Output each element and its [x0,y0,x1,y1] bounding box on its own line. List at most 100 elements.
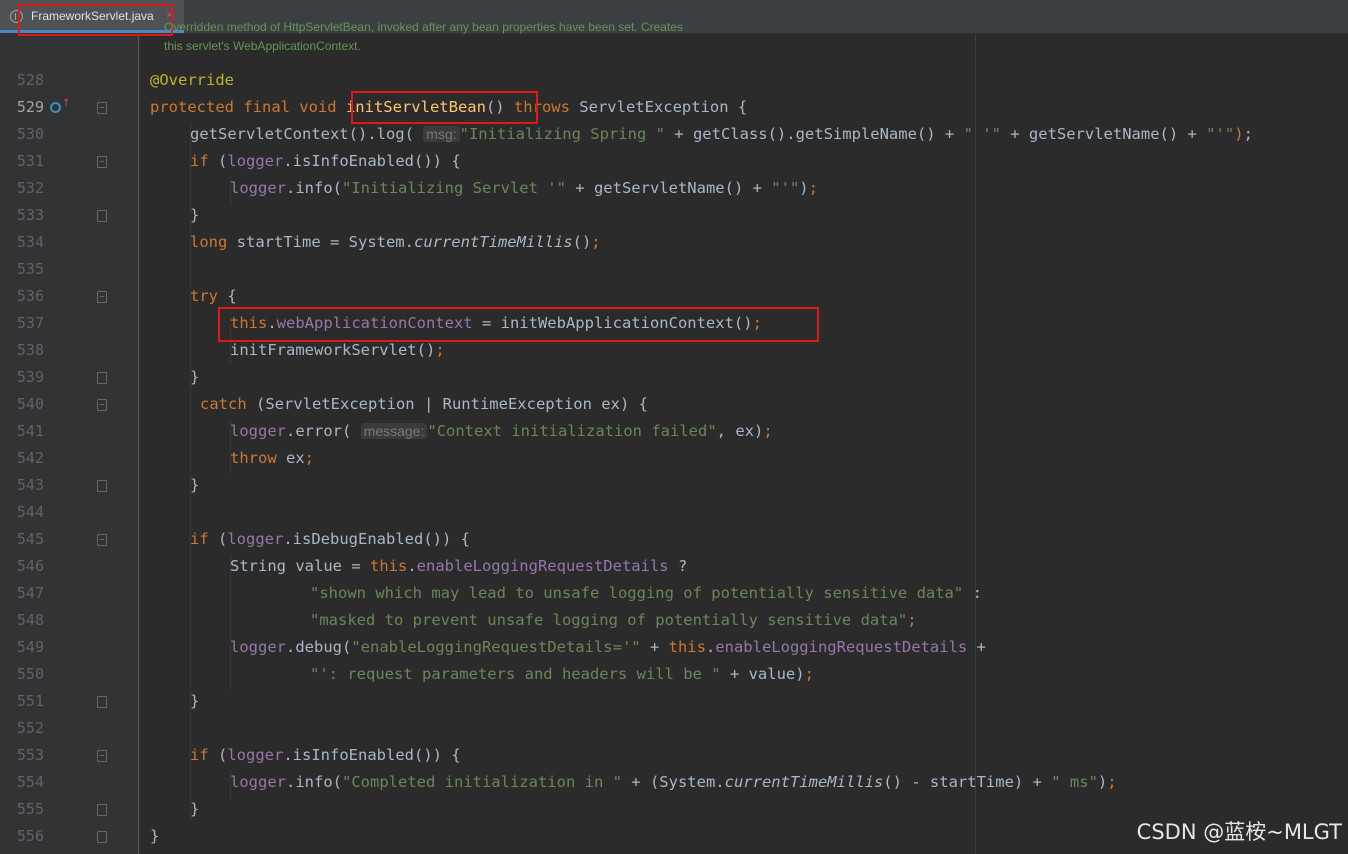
line-number: 550 [16,665,44,683]
doc-comment-line-2: this servlet's WebApplicationContext. [164,39,361,53]
code-text[interactable]: String value = this.enableLoggingRequest… [230,557,687,575]
code-line: 549 logger.debug("enableLoggingRequestDe… [0,635,1348,662]
code-line: 538 initFrameworkServlet(); [0,338,1348,365]
code-line: 543 } [0,473,1348,500]
code-line: 545 if (logger.isDebugEnabled()) { [0,527,1348,554]
code-line: 532 logger.info("Initializing Servlet '"… [0,176,1348,203]
line-number: 537 [16,314,44,332]
code-text[interactable]: "shown which may lead to unsafe logging … [310,584,982,602]
code-line: 550 "': request parameters and headers w… [0,662,1348,689]
code-text[interactable]: @Override [150,71,234,89]
line-number: 531 [16,152,44,170]
line-number: 535 [16,260,44,278]
code-line: 544 [0,500,1348,527]
code-text[interactable]: if (logger.isDebugEnabled()) { [190,530,470,548]
code-line: 546 String value = this.enableLoggingReq… [0,554,1348,581]
fold-toggle[interactable] [97,372,107,384]
line-number: 528 [16,71,44,89]
code-line: 539 } [0,365,1348,392]
fold-toggle[interactable] [97,210,107,222]
java-class-icon [10,10,23,23]
code-text[interactable]: } [190,476,199,494]
code-text[interactable]: getServletContext().log( msg: "Initializi… [190,125,1253,143]
code-text[interactable]: this.webApplicationContext = initWebAppl… [230,314,762,332]
code-text[interactable]: } [190,800,199,818]
code-line: 528 @Override [0,68,1348,95]
code-line: 554 logger.info("Completed initializatio… [0,770,1348,797]
line-number: 530 [16,125,44,143]
overrides-method-icon[interactable] [50,102,61,113]
code-line: 536 try { [0,284,1348,311]
code-line: 551 } [0,689,1348,716]
code-text[interactable]: } [190,368,199,386]
code-text[interactable]: throw ex; [230,449,314,467]
code-line: 540 catch (ServletException | RuntimeExc… [0,392,1348,419]
code-text[interactable]: initFrameworkServlet(); [230,341,445,359]
line-number: 534 [16,233,44,251]
code-line: 531 if (logger.isInfoEnabled()) { [0,149,1348,176]
code-text[interactable]: } [150,827,159,845]
fold-toggle[interactable] [97,291,107,303]
line-number: 556 [16,827,44,845]
line-number: 551 [16,692,44,710]
code-line: 537 this.webApplicationContext = initWeb… [0,311,1348,338]
fold-toggle[interactable] [97,399,107,411]
line-number: 545 [16,530,44,548]
line-number: 538 [16,341,44,359]
up-arrow-icon: ↑ [62,98,71,109]
code-line: 548 "masked to prevent unsafe logging of… [0,608,1348,635]
line-number: 548 [16,611,44,629]
fold-toggle[interactable] [97,804,107,816]
param-hint: message: [360,423,428,439]
code-line: 541 logger.error( message: "Context initi… [0,419,1348,446]
fold-toggle[interactable] [97,102,107,114]
fold-toggle[interactable] [97,156,107,168]
line-number: 553 [16,746,44,764]
line-number: 532 [16,179,44,197]
line-number: 533 [16,206,44,224]
code-text[interactable]: logger.debug("enableLoggingRequestDetail… [230,638,986,656]
code-line: 553 if (logger.isInfoEnabled()) { [0,743,1348,770]
code-text[interactable]: try { [190,287,237,305]
doc-comment-line-1: Overridden method of HttpServletBean, in… [164,20,683,34]
code-line: 533 } [0,203,1348,230]
code-text[interactable]: "': request parameters and headers will … [310,665,814,683]
code-line: 530 getServletContext().log( msg: "Initia… [0,122,1348,149]
line-number: 540 [16,395,44,413]
line-number: 549 [16,638,44,656]
line-number: 543 [16,476,44,494]
tab-label: FrameworkServlet.java [31,9,154,23]
code-line: 529 ↑ protected final void initServletBe… [0,95,1348,122]
code-line: 535 [0,257,1348,284]
line-number: 544 [16,503,44,521]
fold-toggle[interactable] [97,831,107,843]
line-number: 541 [16,422,44,440]
fold-toggle[interactable] [97,480,107,492]
code-text[interactable]: } [190,206,199,224]
line-number: 539 [16,368,44,386]
code-text[interactable]: logger.info("Completed initialization in… [230,773,1117,791]
code-line: 542 throw ex; [0,446,1348,473]
code-text[interactable]: if (logger.isInfoEnabled()) { [190,746,461,764]
code-text[interactable]: "masked to prevent unsafe logging of pot… [310,611,917,629]
code-line: 552 [0,716,1348,743]
fold-toggle[interactable] [97,750,107,762]
line-number: 552 [16,719,44,737]
code-text[interactable]: } [190,692,199,710]
code-text[interactable]: logger.info("Initializing Servlet '" + g… [230,179,818,197]
fold-toggle[interactable] [97,534,107,546]
param-hint: msg: [423,126,460,142]
code-text[interactable]: logger.error( message: "Context initializ… [230,422,773,440]
line-number: 547 [16,584,44,602]
line-number: 536 [16,287,44,305]
fold-toggle[interactable] [97,696,107,708]
line-number: 542 [16,449,44,467]
tab-frameworkservlet[interactable]: FrameworkServlet.java × [0,0,184,33]
line-number: 529 [16,98,44,116]
code-text[interactable]: if (logger.isInfoEnabled()) { [190,152,461,170]
code-text[interactable]: protected final void initServletBean() t… [150,98,747,116]
code-line: 534 long startTime = System.currentTimeM… [0,230,1348,257]
code-text[interactable]: catch (ServletException | RuntimeExcepti… [200,395,648,413]
csdn-watermark: CSDN @蓝桉~MLGT [1136,820,1342,844]
code-text[interactable]: long startTime = System.currentTimeMilli… [190,233,601,251]
